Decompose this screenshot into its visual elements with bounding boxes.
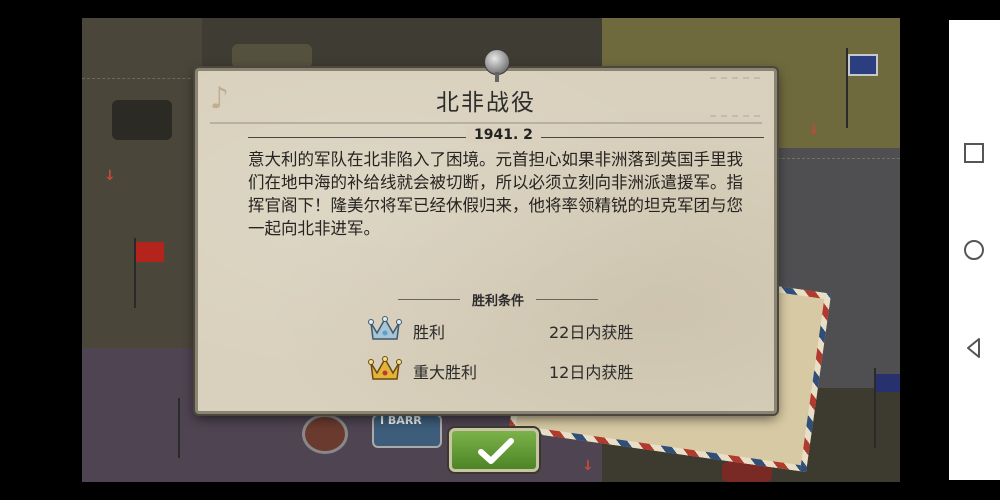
circle-home-icon[interactable] — [962, 238, 986, 262]
british-flag-icon — [848, 54, 878, 76]
german-flag-icon — [136, 242, 164, 262]
condition-value: 12日内获胜 — [549, 363, 634, 382]
condition-value: 22日内获胜 — [549, 323, 634, 342]
briefing-text: 意大利的军队在北非陷入了困境。元首担心如果非洲落到英国手里我们在地中海的补给线就… — [248, 150, 743, 238]
confirm-button[interactable] — [449, 428, 539, 472]
android-nav-bar — [949, 20, 1000, 480]
arrow-marker-icon: ↓ — [808, 122, 820, 138]
victory-condition: 胜利 22日内获胜 — [368, 315, 668, 345]
major-victory-condition: 重大胜利 12日内获胜 — [368, 355, 668, 385]
title-divider — [210, 122, 762, 124]
divider — [536, 299, 598, 300]
campaign-date: 1941. 2 — [466, 127, 541, 143]
map-region — [82, 18, 202, 358]
pushpin-icon — [484, 49, 510, 82]
campaign-briefing-dialog: ♪ 北非战役 1941. 2 意大利的军队在北非陷入了困境。元首担心如果非洲落到… — [195, 49, 777, 414]
arrow-marker-icon: ↓ — [104, 168, 116, 184]
map-label-plate: I BARR — [372, 414, 442, 448]
condition-label: 重大胜利 — [413, 363, 478, 382]
map-label-text: I BARR — [380, 414, 422, 427]
date-row: 1941. 2 — [248, 127, 764, 147]
triangle-back-icon[interactable] — [962, 336, 986, 360]
arrow-marker-icon: ↓ — [582, 458, 594, 474]
artillery-unit[interactable] — [112, 100, 172, 140]
tank-unit[interactable] — [232, 44, 312, 68]
silver-crown-icon — [368, 316, 402, 340]
australian-flag-icon — [876, 374, 900, 392]
square-recent-icon[interactable] — [962, 141, 986, 165]
condition-label: 胜利 — [413, 323, 446, 342]
unit-token[interactable] — [302, 414, 348, 454]
conditions-header: 胜利条件 — [398, 292, 598, 309]
gold-crown-icon — [368, 356, 402, 380]
checkmark-icon — [478, 438, 514, 464]
flag-pole — [178, 398, 180, 458]
dialog-title: 北非战役 — [436, 90, 536, 116]
